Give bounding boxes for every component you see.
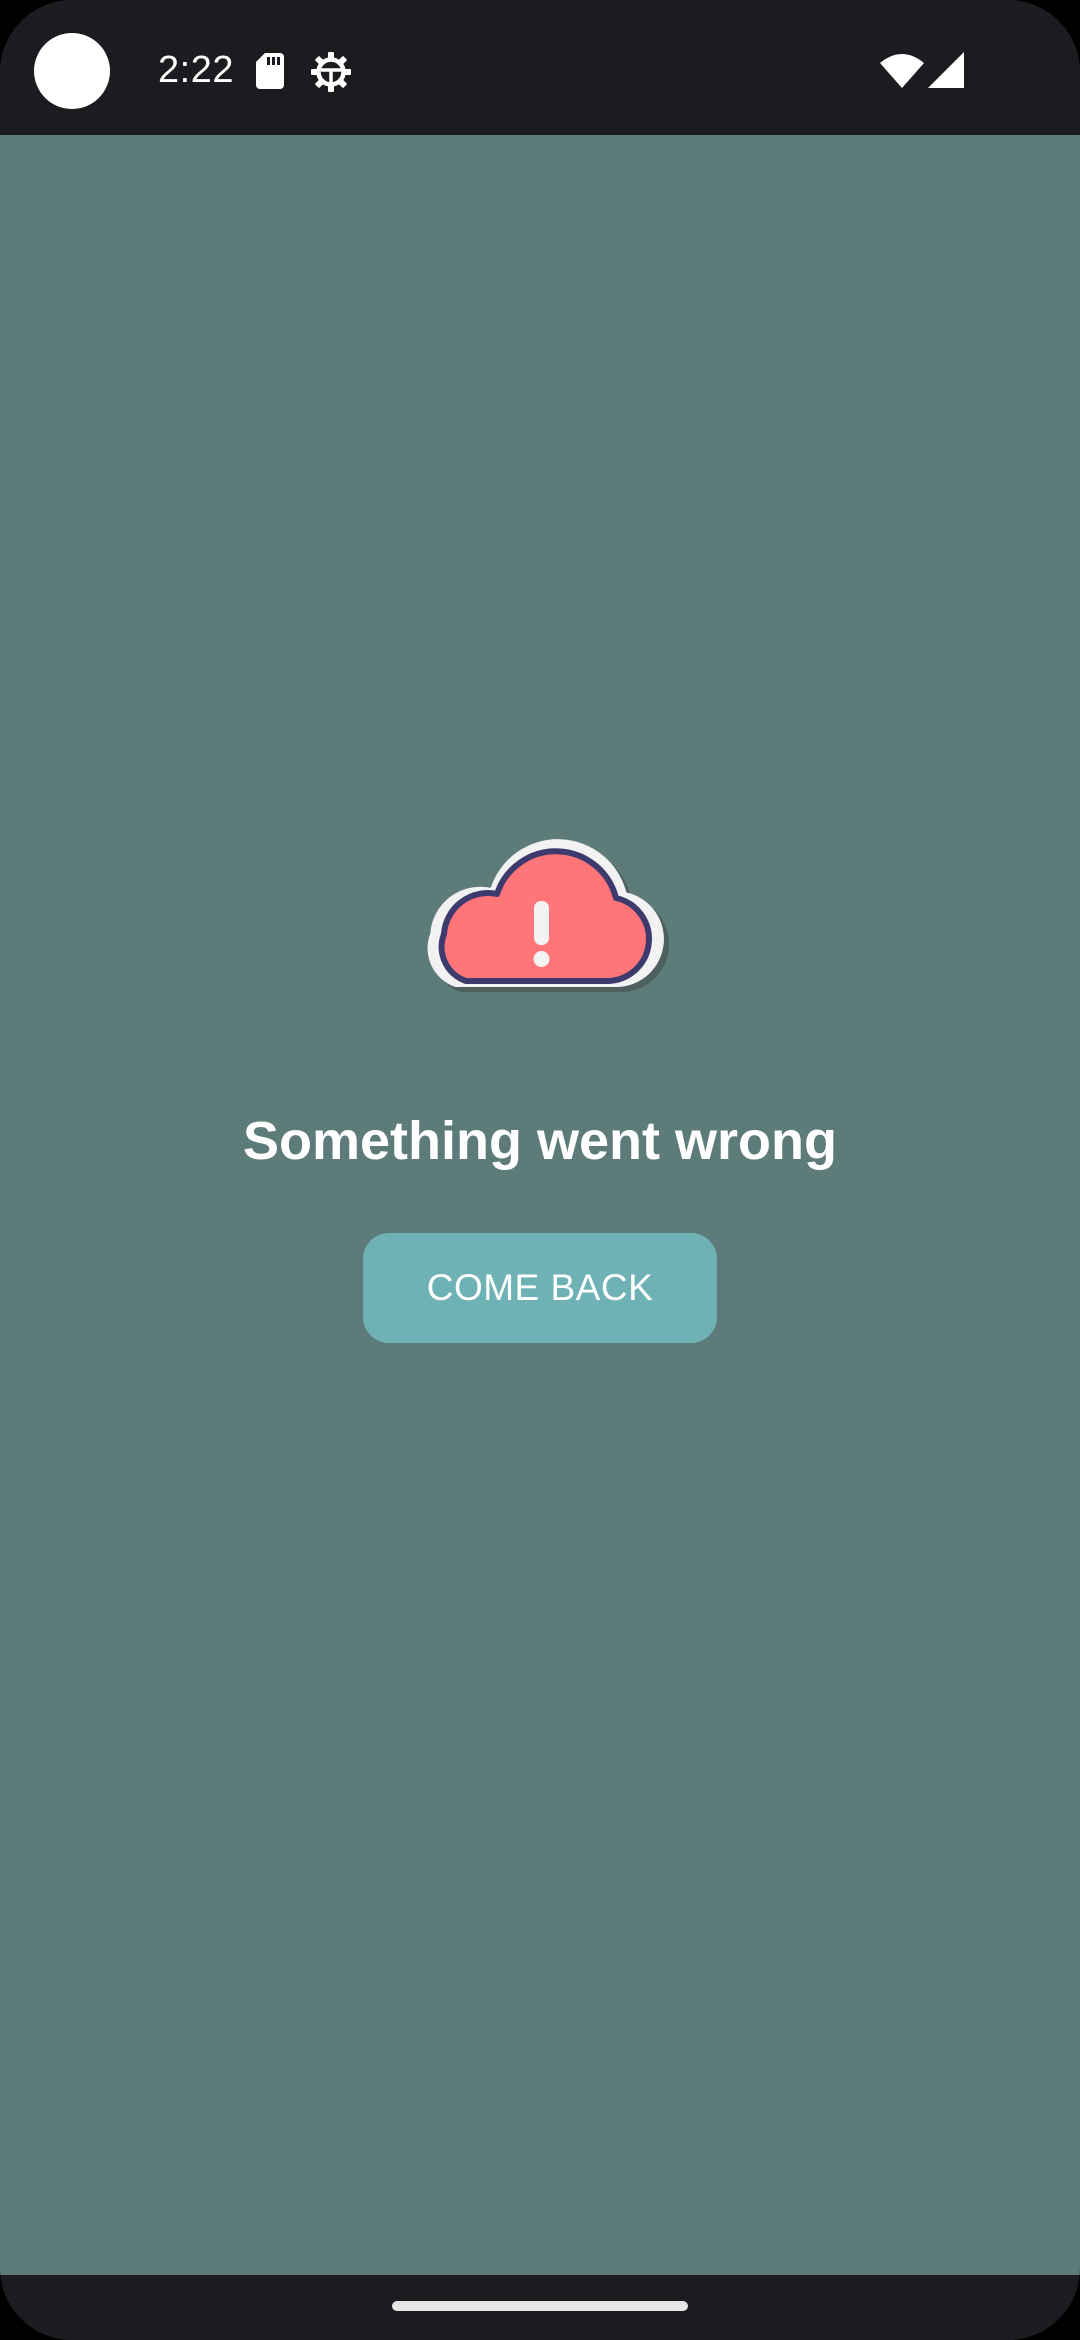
status-bar: 2:22	[0, 0, 1080, 135]
cloud-error-icon	[427, 839, 669, 993]
status-time: 2:22	[158, 49, 234, 91]
wifi-icon	[880, 54, 924, 88]
sd-card-icon	[256, 53, 284, 89]
camera-cutout	[34, 33, 110, 109]
phone-screen: 2:22 Something went wrong COME BACK	[0, 0, 1080, 2340]
settings-gear-icon	[311, 52, 351, 92]
cell-signal-icon	[928, 52, 964, 88]
home-indicator[interactable]	[392, 2301, 688, 2311]
error-title: Something went wrong	[243, 1111, 837, 1171]
error-screen	[0, 135, 1080, 2275]
come-back-button[interactable]: COME BACK	[363, 1233, 717, 1343]
